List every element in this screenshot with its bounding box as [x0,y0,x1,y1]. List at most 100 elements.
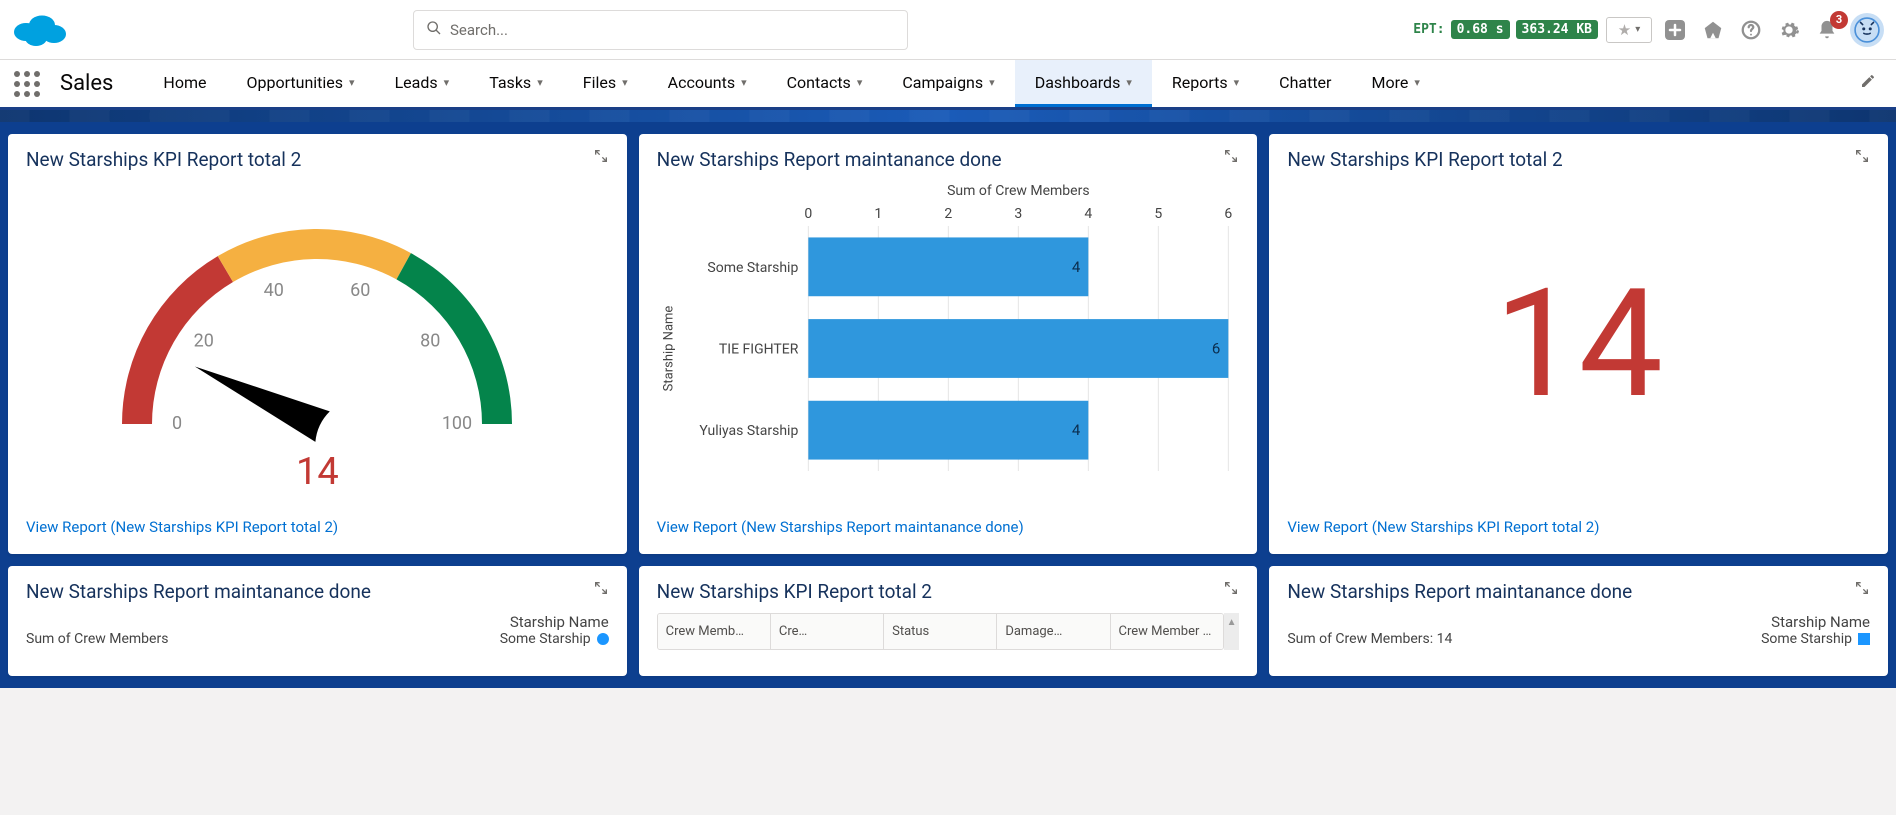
nav-item-label: Accounts [668,73,735,92]
view-report-link[interactable]: View Report (New Starships Report mainta… [657,518,1240,536]
dashboard-grid-row2: New Starships Report maintanance done Su… [0,566,1896,688]
svg-text:6: 6 [1212,340,1220,358]
search-icon [426,20,442,40]
nav-item-contacts[interactable]: Contacts▾ [767,60,883,107]
chevron-down-icon: ▾ [444,76,450,89]
nav-item-more[interactable]: More▾ [1351,60,1439,107]
global-search[interactable]: Search... [413,10,908,50]
table-header: Crew Memb…Cre…StatusDamage…Crew Member … [657,613,1224,650]
card-gauge: New Starships KPI Report total 2 0204060… [8,134,627,554]
app-nav: Sales HomeOpportunities▾Leads▾Tasks▾File… [0,60,1896,110]
hbar-chart: Sum of Crew MembersStarship Name01234564… [657,181,1240,481]
favorites-dropdown[interactable]: ★ ▾ [1606,17,1652,43]
card-title: New Starships Report maintanance done [657,148,1240,171]
nav-item-label: Leads [395,73,438,92]
context-strip [0,110,1896,122]
card-metric: New Starships KPI Report total 2 14 View… [1269,134,1888,554]
svg-text:4: 4 [1084,206,1092,222]
legend-item-label: Some Starship [500,631,591,647]
legend-swatch-icon [597,633,609,645]
nav-item-campaigns[interactable]: Campaigns▾ [882,60,1014,107]
table-column-header[interactable]: Status [884,614,997,649]
svg-text:40: 40 [264,279,284,300]
ept-size-badge: 363.24 KB [1516,20,1598,39]
nav-item-label: Tasks [489,73,531,92]
svg-text:6: 6 [1224,206,1232,222]
chevron-down-icon: ▾ [741,76,747,89]
help-icon[interactable] [1736,15,1766,45]
gauge-value: 14 [26,450,609,494]
trailhead-icon[interactable] [1698,15,1728,45]
nav-item-chatter[interactable]: Chatter [1259,60,1351,107]
nav-item-reports[interactable]: Reports ▾ [1152,60,1259,107]
nav-item-label: Reports [1172,73,1228,92]
nav-item-tasks[interactable]: Tasks ▾ [469,60,563,107]
legend-swatch-icon [1858,633,1870,645]
view-report-link[interactable]: View Report (New Starships KPI Report to… [1287,518,1870,536]
nav-item-label: Campaigns [902,73,983,92]
svg-text:Starship Name: Starship Name [661,306,676,392]
ept-time-badge: 0.68 s [1451,20,1510,39]
svg-text:Sum of Crew Members: Sum of Crew Members [947,183,1089,199]
svg-text:20: 20 [194,330,214,351]
salesforce-logo[interactable] [12,10,68,50]
view-report-link[interactable]: View Report (New Starships KPI Report to… [26,518,609,536]
svg-text:0: 0 [172,413,182,434]
chevron-down-icon: ▾ [1635,24,1640,35]
sum-label: Sum of Crew Members: 14 [1287,631,1452,647]
setup-gear-icon[interactable] [1774,15,1804,45]
card-title: New Starships KPI Report total 2 [657,580,1240,603]
global-add-button[interactable] [1660,15,1690,45]
nav-item-label: Dashboards [1035,73,1121,92]
sum-label: Sum of Crew Members [26,631,168,647]
expand-icon[interactable] [1223,580,1241,598]
nav-item-dashboards[interactable]: Dashboards ▾ [1015,60,1152,107]
expand-icon[interactable] [1223,148,1241,166]
chevron-down-icon: ▾ [622,76,628,89]
notification-count-badge: 3 [1830,11,1848,29]
expand-icon[interactable] [593,580,611,598]
metric-value: 14 [1494,269,1663,419]
nav-item-accounts[interactable]: Accounts ▾ [648,60,767,107]
app-launcher-icon[interactable] [12,69,42,99]
expand-icon[interactable] [1854,580,1872,598]
scrollbar-up-icon[interactable]: ▲ [1224,613,1240,650]
svg-text:60: 60 [350,279,370,300]
card-title: New Starships Report maintanance done [26,580,609,603]
notifications-button[interactable]: 3 [1812,15,1842,45]
card-hbar: New Starships Report maintanance done Su… [639,134,1258,554]
svg-text:4: 4 [1072,258,1081,276]
nav-item-files[interactable]: Files ▾ [563,60,648,107]
table-column-header[interactable]: Damage… [997,614,1110,649]
nav-item-home[interactable]: Home [143,60,226,107]
legend-item-label: Some Starship [1761,631,1852,647]
nav-item-label: Files [583,73,616,92]
ept-meter: EPT: 0.68 s 363.24 KB [1413,20,1598,39]
legend-title: Starship Name [500,613,609,631]
table-column-header[interactable]: Crew Member … [1111,614,1223,649]
svg-text:5: 5 [1154,206,1162,222]
svg-text:3: 3 [1014,206,1022,222]
user-avatar[interactable] [1850,13,1884,47]
expand-icon[interactable] [593,148,611,166]
chevron-down-icon: ▾ [1126,76,1132,89]
chevron-down-icon: ▾ [1414,76,1420,89]
card-title: New Starships KPI Report total 2 [1287,148,1870,171]
nav-item-opportunities[interactable]: Opportunities▾ [226,60,374,107]
nav-item-leads[interactable]: Leads ▾ [375,60,470,107]
chevron-down-icon: ▾ [1234,76,1240,89]
svg-text:2: 2 [944,206,952,222]
svg-text:4: 4 [1072,421,1081,439]
legend-title: Starship Name [1761,613,1870,631]
edit-nav-icon[interactable] [1852,73,1884,94]
svg-text:Some Starship: Some Starship [707,260,798,276]
table-column-header[interactable]: Cre… [771,614,884,649]
dashboard-grid: New Starships KPI Report total 2 0204060… [0,122,1896,566]
nav-item-label: Chatter [1279,73,1331,92]
card-maint-legend-b: New Starships Report maintanance done Su… [1269,566,1888,676]
chevron-down-icon: ▾ [349,76,355,89]
chevron-down-icon: ▾ [537,76,543,89]
svg-text:0: 0 [804,206,812,222]
table-column-header[interactable]: Crew Memb… [658,614,771,649]
expand-icon[interactable] [1854,148,1872,166]
